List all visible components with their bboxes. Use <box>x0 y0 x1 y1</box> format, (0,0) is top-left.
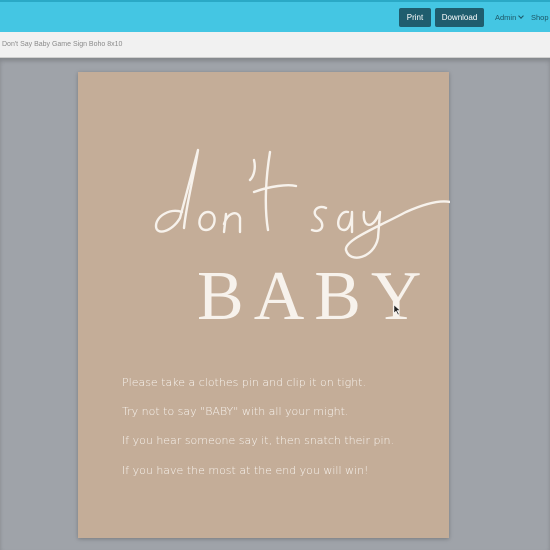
rule-line-1: Please take a clothes pin and clip it on… <box>122 376 366 389</box>
chevron-down-icon <box>518 13 525 19</box>
admin-menu[interactable]: Admin <box>495 13 525 22</box>
rule-line-3: If you hear someone say it, then snatch … <box>122 434 394 447</box>
main-title: BABY <box>197 258 432 335</box>
script-title <box>154 148 450 259</box>
download-button[interactable]: Download <box>435 8 484 27</box>
print-button[interactable]: Print <box>399 8 431 27</box>
rule-line-2: Try not to say "BABY" with all your migh… <box>122 405 349 418</box>
top-toolbar: Print Download Admin Shop <box>0 0 550 32</box>
admin-menu-label: Admin <box>495 13 517 22</box>
rule-line-4: If you have the most at the end you will… <box>122 464 369 477</box>
shop-menu[interactable]: Shop <box>531 13 549 22</box>
document-title-bar: Don't Say Baby Game Sign Boho 8x10 <box>0 32 550 58</box>
document-title: Don't Say Baby Game Sign Boho 8x10 <box>2 41 123 48</box>
mouse-cursor-icon <box>393 305 401 315</box>
